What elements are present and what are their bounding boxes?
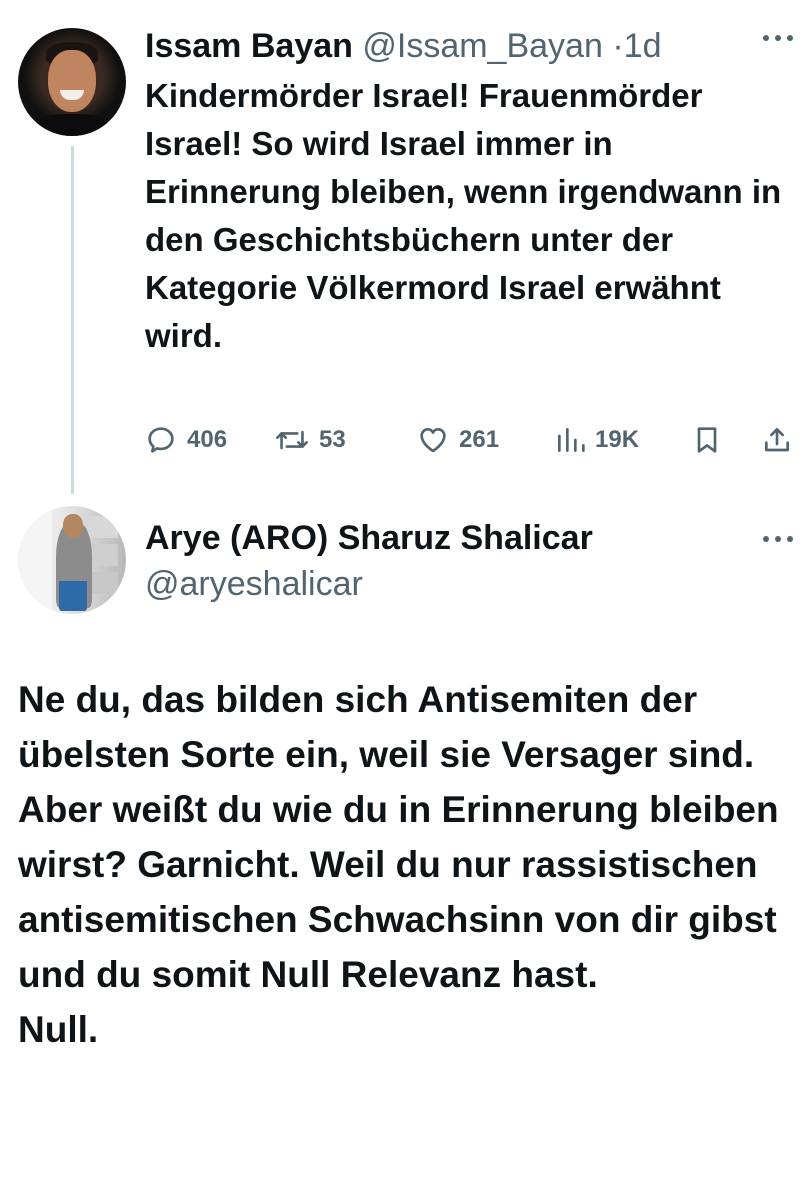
timestamp[interactable]: 1d xyxy=(624,27,662,65)
more-dot xyxy=(775,35,781,41)
like-button[interactable]: 261 xyxy=(417,416,499,464)
analytics-icon xyxy=(555,424,585,456)
author-handle[interactable]: @Issam_Bayan xyxy=(362,27,603,65)
reply-icon xyxy=(145,424,177,456)
views-button[interactable]: 19K xyxy=(555,416,639,464)
more-options-icon[interactable] xyxy=(763,533,797,545)
avatar[interactable] xyxy=(18,506,126,614)
avatar-background-detail xyxy=(88,516,118,538)
avatar-head xyxy=(63,514,83,538)
bookmark-icon xyxy=(692,424,722,456)
reply-count: 406 xyxy=(187,426,228,453)
avatar-face xyxy=(48,50,96,112)
retweet-count: 53 xyxy=(319,426,346,453)
avatar[interactable] xyxy=(18,28,126,136)
tweet-header: Issam Bayan @Issam_Bayan ·1d xyxy=(145,24,661,68)
separator-dot: · xyxy=(612,27,624,65)
more-options-icon[interactable] xyxy=(763,32,797,44)
avatar-clothing xyxy=(59,581,87,611)
avatar-background xyxy=(18,506,52,614)
more-dot xyxy=(787,536,793,542)
thread-line xyxy=(71,146,74,494)
views-count: 19K xyxy=(595,426,640,453)
tweet-text: Kindermörder Israel! Frauenmörder Israel… xyxy=(145,77,782,354)
author-name[interactable]: Arye (ARO) Sharuz Shalicar xyxy=(145,516,593,560)
heart-icon xyxy=(417,424,449,456)
share-icon xyxy=(761,424,793,456)
author-handle[interactable]: @aryeshalicar xyxy=(145,562,363,606)
tweet-actions: 406 53 261 19K xyxy=(145,416,795,464)
tweet-original[interactable]: Issam Bayan @Issam_Bayan ·1d Kindermörde… xyxy=(0,0,811,500)
avatar-shirt xyxy=(30,114,114,136)
author-name[interactable]: Issam Bayan xyxy=(145,27,353,65)
tweet-reply[interactable]: Arye (ARO) Sharuz Shalicar @aryeshalicar… xyxy=(0,500,811,1200)
retweet-button[interactable]: 53 xyxy=(275,416,346,464)
more-dot xyxy=(775,536,781,542)
retweet-icon xyxy=(275,424,309,456)
more-dot xyxy=(787,35,793,41)
reply-button[interactable]: 406 xyxy=(145,416,227,464)
bookmark-button[interactable] xyxy=(692,416,722,464)
like-count: 261 xyxy=(459,426,500,453)
reply-text: Ne du, das bilden sich Antisemiten der ü… xyxy=(18,679,779,1050)
more-dot xyxy=(763,35,769,41)
share-button[interactable] xyxy=(761,416,793,464)
more-dot xyxy=(763,536,769,542)
